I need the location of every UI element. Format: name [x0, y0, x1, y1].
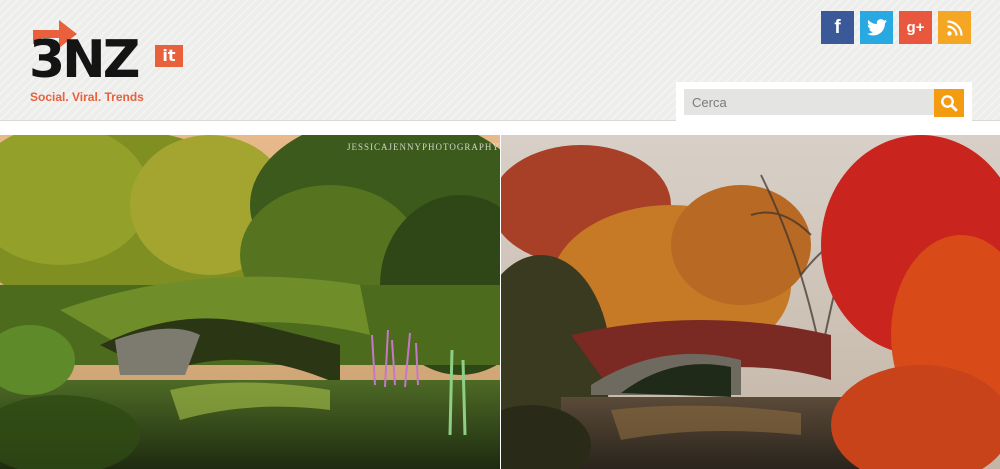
search-button[interactable]: [934, 89, 964, 117]
google-plus-button[interactable]: g+: [899, 11, 932, 44]
facebook-button[interactable]: f: [821, 11, 854, 44]
site-logo[interactable]: 3NZ it Social. Viral. Trends: [29, 14, 189, 106]
search-icon: [941, 95, 958, 112]
facebook-icon: f: [834, 16, 841, 38]
twitter-bird-icon: [866, 19, 887, 36]
autumn-bridge-image: [501, 135, 1000, 469]
search-input[interactable]: [684, 89, 936, 115]
photo-bridge-autumn[interactable]: [501, 135, 1000, 469]
google-plus-icon: g+: [906, 19, 925, 36]
site-tagline: Social. Viral. Trends: [30, 90, 144, 104]
logo-suffix-badge: it: [155, 45, 183, 67]
photo-watermark: JESSICAJENNYPHOTOGRAPHY: [347, 142, 500, 152]
search-box: [676, 82, 972, 122]
social-links: f g+: [821, 11, 977, 44]
twitter-button[interactable]: [860, 11, 893, 44]
photo-bridge-summer[interactable]: JESSICAJENNYPHOTOGRAPHY: [0, 135, 500, 469]
page: 3NZ it Social. Viral. Trends f g+ Cerca …: [0, 0, 1000, 469]
logo-wordmark: 3NZ: [29, 30, 140, 90]
summer-bridge-image: [0, 135, 500, 469]
rss-icon: [946, 19, 963, 36]
rss-button[interactable]: [938, 11, 971, 44]
site-header: 3NZ it Social. Viral. Trends f g+: [0, 0, 1000, 122]
